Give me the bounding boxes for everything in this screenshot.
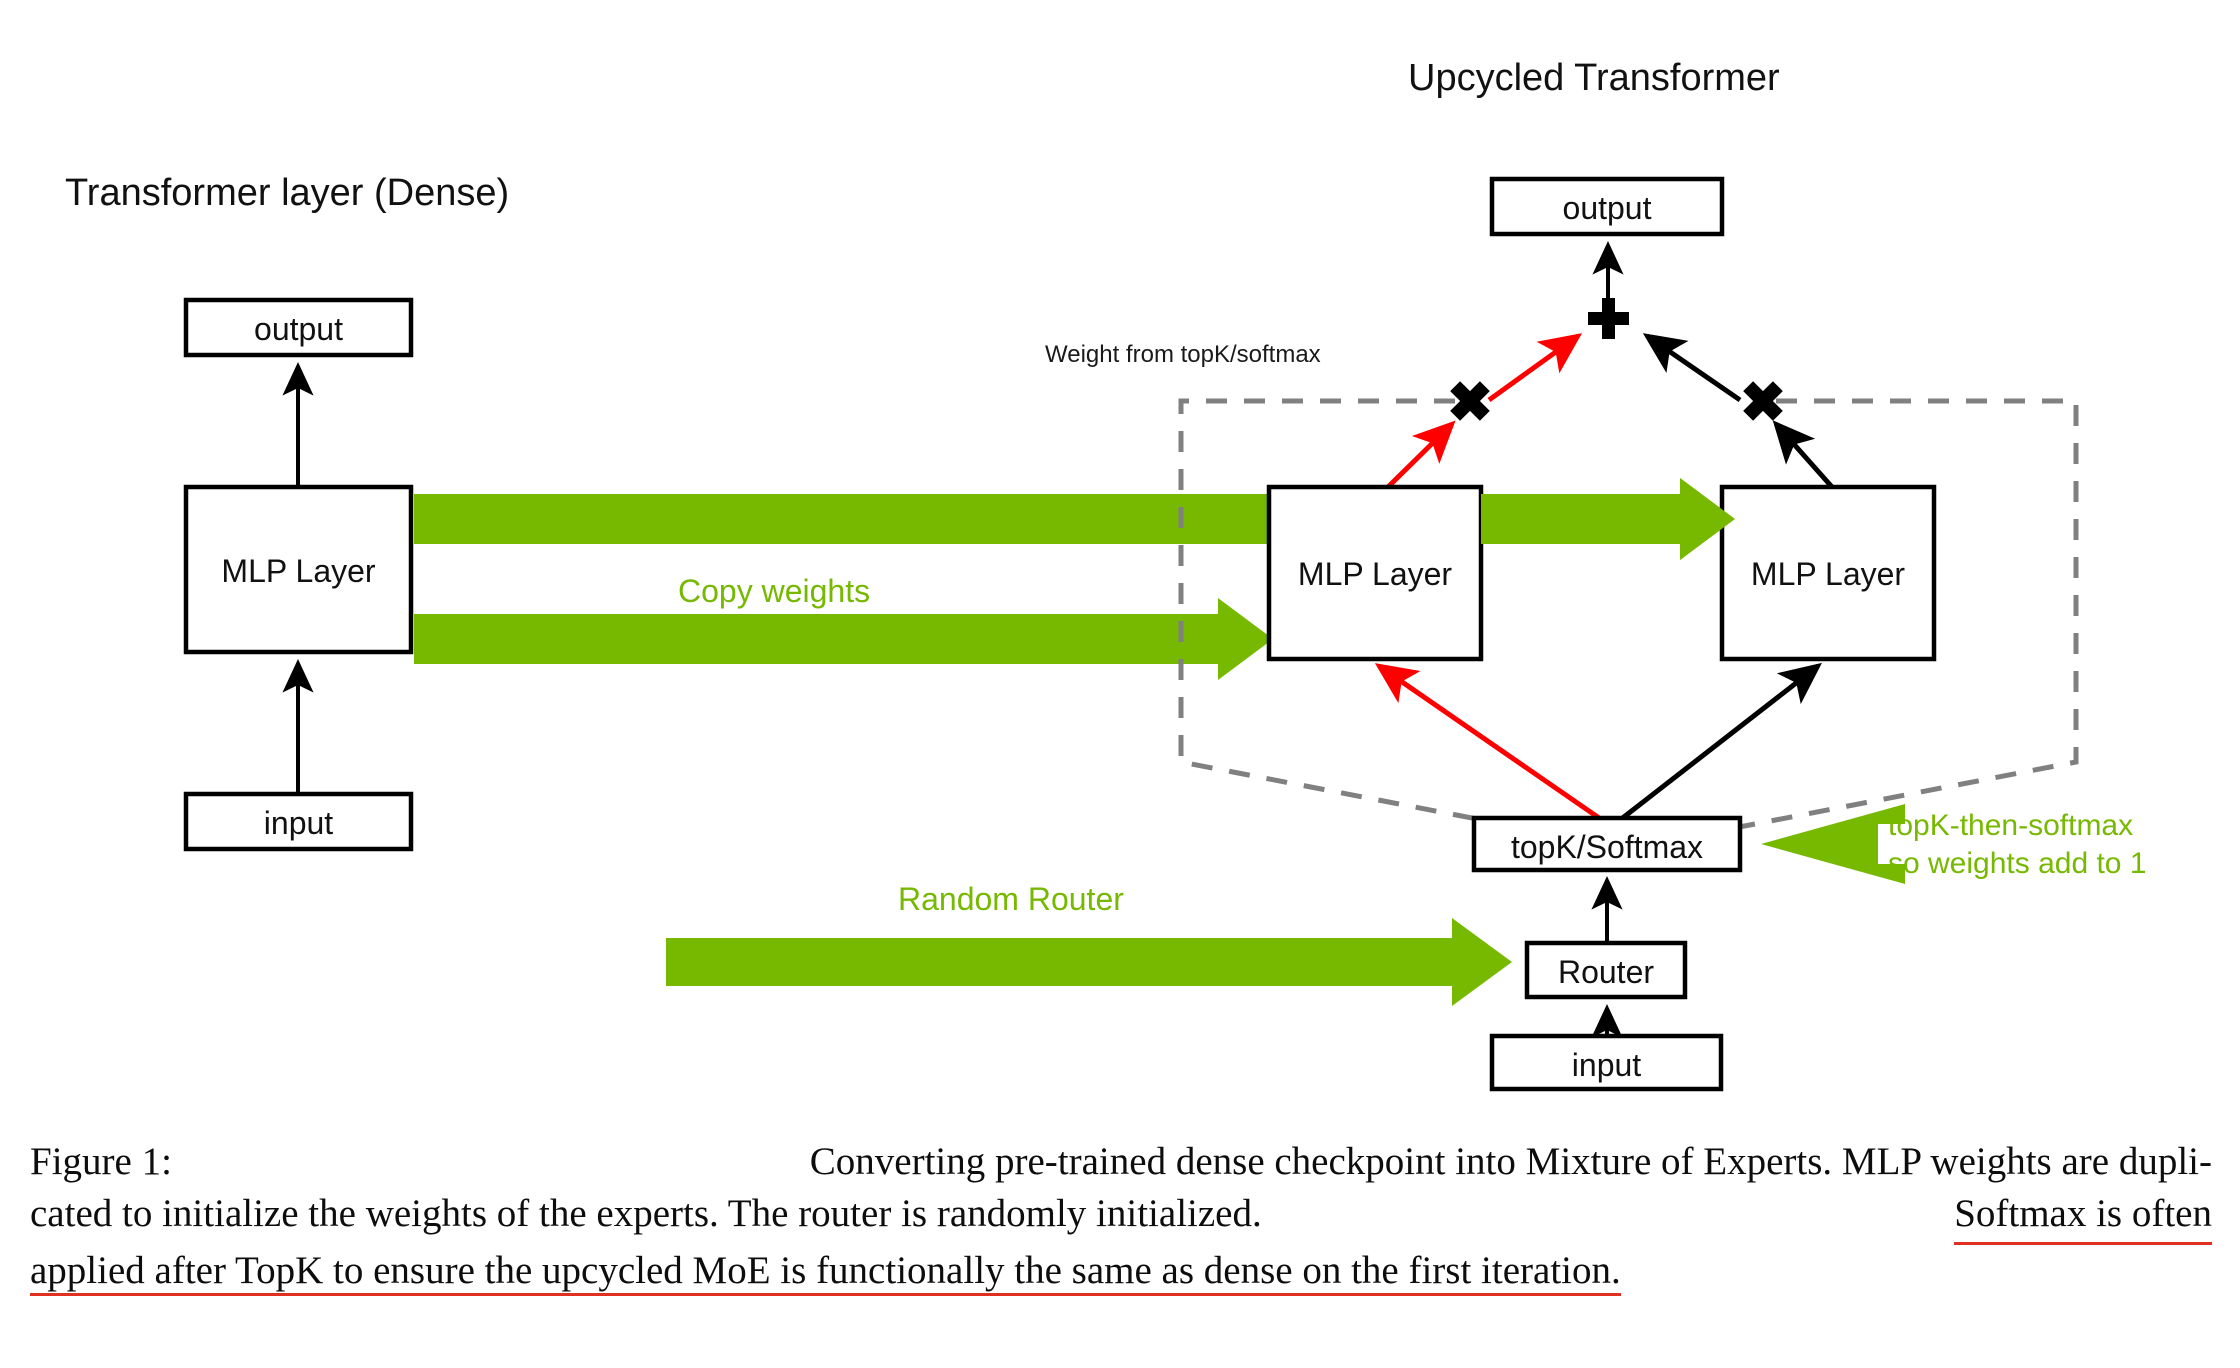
upcycled-input-box-label: input (1571, 1047, 1642, 1083)
expert1-to-left-product-arrow (1386, 420, 1456, 489)
figure-container: Transformer layer (Dense) Upcycled Trans… (0, 0, 2240, 1368)
upcycled-output-box-label: output (1562, 190, 1652, 226)
topk-note-arrow (1761, 804, 1905, 884)
weight-from-topk-softmax-note: Weight from topK/softmax (1045, 341, 1321, 368)
dense-panel-title: Transformer layer (Dense) (65, 172, 510, 214)
upcycled-panel-title: Upcycled Transformer (1408, 57, 1780, 99)
dense-output-box-label: output (254, 311, 343, 347)
copy-weights-label: Copy weights (678, 573, 871, 609)
left-product-to-plus-arrow (1487, 333, 1583, 403)
topk-then-softmax-note-line1: topK-then-softmax (1888, 809, 2134, 842)
caption-figure-number: Figure 1: (30, 1140, 172, 1183)
router-to-expert1-arrow (1374, 663, 1604, 823)
random-router-arrow (666, 918, 1512, 1006)
expert-2-box-label: MLP Layer (1750, 556, 1906, 592)
duplicate-weights-arrow (1481, 478, 1735, 560)
caption-line-3: applied after TopK to ensure the upcycle… (30, 1245, 2212, 1297)
topk-then-softmax-note-line2: so weights add to 1 (1888, 847, 2147, 880)
router-box-label: Router (1557, 954, 1655, 990)
dense-input-box-label: input (263, 805, 334, 841)
expert-1-box-label: MLP Layer (1297, 556, 1453, 592)
caption-line-2-text: cated to initialize the weights of the e… (30, 1192, 1262, 1236)
caption-line-3-underlined: applied after TopK to ensure the upcycle… (30, 1248, 1621, 1296)
caption-line-2-underlined: Softmax is often (1954, 1188, 2212, 1245)
caption-line-1: Figure 1: Converting pre-trained dense c… (30, 1136, 2212, 1188)
caption-line-1-text: Converting pre-trained dense checkpoint … (809, 1140, 2212, 1183)
right-product-to-plus-arrow (1642, 333, 1742, 403)
expert2-to-right-product-arrow (1772, 420, 1834, 489)
router-to-expert2-arrow (1618, 662, 1822, 822)
random-router-label: Random Router (898, 881, 1124, 917)
caption-line-2: cated to initialize the weights of the e… (30, 1188, 2212, 1245)
figure-caption: Figure 1: Converting pre-trained dense c… (30, 1136, 2212, 1297)
topk-softmax-box-label: topK/Softmax (1510, 829, 1704, 865)
dense-mlp-box-label: MLP Layer (221, 553, 376, 589)
plus-symbol-shape (1588, 298, 1629, 339)
